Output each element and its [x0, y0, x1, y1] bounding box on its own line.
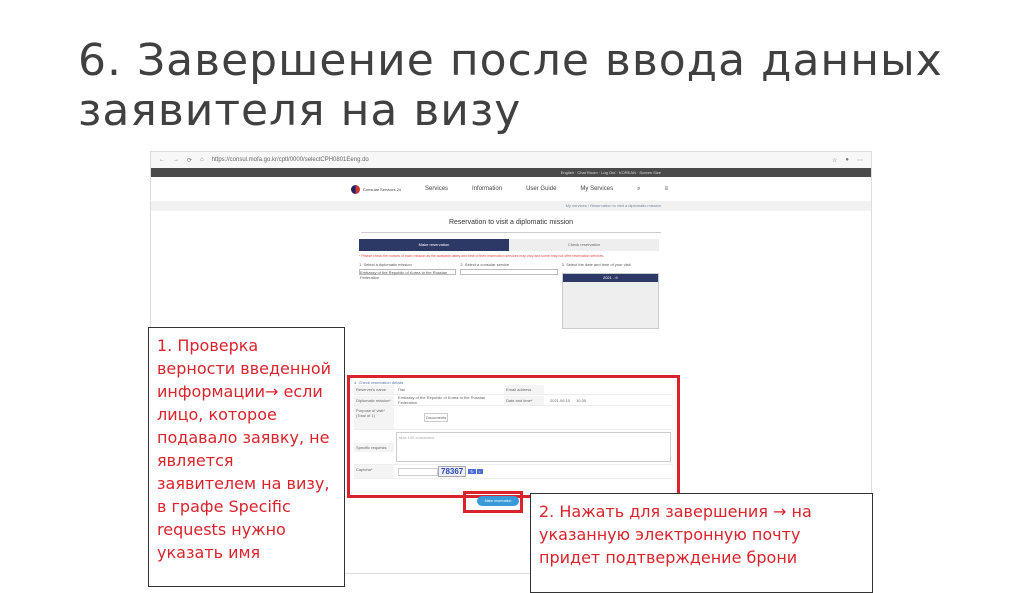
- mission-value: Embassy of the Republic of Korea to the …: [398, 395, 486, 405]
- purpose-label: Purpose of visit* (Total of 1): [354, 406, 394, 429]
- mission-select[interactable]: Embassy of the Republic of Korea to the …: [359, 269, 457, 280]
- profile-icon[interactable]: ●: [845, 157, 849, 163]
- requests-label: Specific requests: [354, 442, 394, 452]
- back-icon[interactable]: ←: [159, 157, 165, 163]
- favorites-icon[interactable]: ☆: [832, 157, 837, 164]
- tab-check-reservation[interactable]: Check reservation: [509, 239, 659, 251]
- logo-text: Consular Services 24: [363, 186, 402, 192]
- tab-make-reservation[interactable]: Make reservation: [359, 239, 509, 251]
- service-column: 2. Select a consular service: [460, 262, 558, 372]
- captcha-input[interactable]: [398, 467, 438, 476]
- address-bar: ← → ⟳ ⌂ https://consul.mofa.go.kr/cptl/0000…: [151, 152, 871, 168]
- site-logo[interactable]: Consular Services 24: [351, 184, 402, 194]
- nav-information[interactable]: Information: [472, 186, 502, 192]
- slide-title: 6. Завершение после ввода данных заявител…: [78, 36, 943, 136]
- home-icon[interactable]: ⌂: [200, 157, 204, 163]
- reservation-details-highlight: 4. Check reservation details Reserver's …: [347, 375, 680, 498]
- site-nav: Consular Services 24 Services Informatio…: [151, 177, 871, 201]
- captcha-audio-icon[interactable]: ♪: [476, 469, 483, 474]
- more-icon[interactable]: ⋯: [857, 157, 863, 164]
- email-label: Email address: [504, 385, 544, 394]
- date-column: 3. Select the date and time of your visi…: [561, 262, 659, 372]
- callout-check-info: 1. Проверка верности введенной информаци…: [148, 327, 345, 587]
- captcha-refresh-icon[interactable]: ↻: [468, 469, 476, 474]
- mission-column: 1. Select a diplomatic mission Embassy of…: [359, 262, 457, 372]
- time-value: 10:30: [576, 397, 587, 403]
- breadcrumb[interactable]: My services / Reservation to visit a dip…: [151, 201, 871, 211]
- url-input[interactable]: https://consul.mofa.go.kr/cptl/0000/sele…: [212, 157, 824, 163]
- nav-user-guide[interactable]: User Guide: [526, 186, 556, 192]
- mission-label: Diplomatic mission*: [354, 395, 394, 405]
- date-label: Date and time*: [504, 395, 544, 405]
- nav-my-services[interactable]: My Services: [580, 186, 613, 192]
- calendar[interactable]: 2021 - 9: [561, 273, 659, 329]
- calendar-month: 2021 - 9: [562, 274, 658, 282]
- date-value: 2021.09.10: [550, 397, 571, 403]
- warning-text: * Please check the notices of each missi…: [359, 254, 605, 258]
- step2-label: 2. Select a consular service: [460, 262, 510, 267]
- reload-icon[interactable]: ⟳: [187, 157, 192, 164]
- reserver-label: Reserver's name: [354, 385, 394, 394]
- step3-label: 3. Select the date and time of your visi…: [561, 262, 631, 267]
- menu-icon[interactable]: ≡: [664, 186, 668, 192]
- top-links[interactable]: English · Chat Room · Log Out · KOREAN ·…: [151, 168, 871, 177]
- service-select[interactable]: [460, 269, 558, 275]
- specific-requests-textarea[interactable]: Max 100 characters: [396, 432, 671, 462]
- make-reservation-button[interactable]: Make reservation: [477, 496, 519, 506]
- search-icon[interactable]: ⌕: [637, 186, 640, 193]
- forward-icon[interactable]: →: [173, 157, 179, 163]
- title-line-1: 6. Завершение после ввода данных: [78, 35, 943, 86]
- step1-label: 1. Select a diplomatic mission: [359, 262, 412, 267]
- title-line-2: заявителя на визу: [78, 85, 522, 136]
- captcha-label: Captcha*: [354, 465, 394, 478]
- reserver-value: Пак: [398, 387, 405, 392]
- nav-services[interactable]: Services: [425, 186, 448, 192]
- documents-button[interactable]: Documents: [424, 413, 449, 422]
- callout-submit: 2. Нажать для завершения → на указанную …: [530, 493, 873, 593]
- captcha-image: 78367: [438, 466, 467, 477]
- page-heading: Reservation to visit a diplomatic missio…: [361, 219, 661, 233]
